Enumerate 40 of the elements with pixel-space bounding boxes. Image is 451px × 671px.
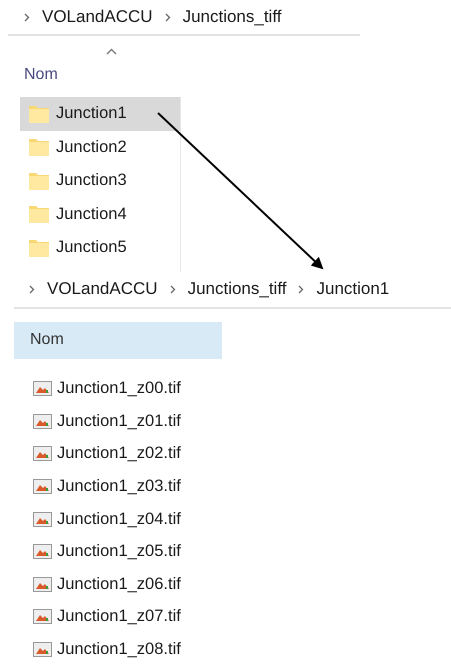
image-file-icon [33, 446, 52, 462]
file-list-item[interactable]: Junction1_z03.tif [33, 470, 451, 503]
breadcrumb-item[interactable]: Junctions_tiff [188, 279, 286, 299]
chevron-icon [170, 284, 176, 294]
file-list-item[interactable]: Junction3 [20, 164, 180, 198]
image-file-icon [33, 642, 52, 658]
file-list-item[interactable]: Junction4 [20, 198, 180, 231]
file-list-item[interactable]: Junction1_z02.tif [33, 438, 451, 470]
file-list-item[interactable]: Junction1_z04.tif [33, 502, 451, 536]
image-file-icon [33, 512, 52, 527]
image-file-icon [33, 544, 52, 560]
file-list-item[interactable]: Junction1_z05.tif [33, 535, 451, 568]
breadcrumb-item[interactable]: Junction1 [316, 279, 390, 299]
folder-icon [28, 104, 50, 124]
file-list-item[interactable]: Junction1_z08.tif [33, 633, 451, 666]
file-list-item[interactable]: Junction1 [20, 97, 180, 130]
file-list-item[interactable]: Junction5 [20, 231, 180, 264]
image-file-icon [33, 576, 52, 592]
breadcrumb-item[interactable]: VOLandACCU [42, 7, 153, 27]
file-list-item[interactable]: Junction1_z06.tif [33, 568, 451, 601]
file-list-item[interactable]: Junction2 [20, 130, 180, 164]
image-file-icon [33, 479, 52, 494]
chevron-icon [298, 284, 304, 294]
breadcrumb-item[interactable]: VOLandACCU [47, 279, 158, 299]
image-file-icon [33, 609, 52, 624]
image-file-icon [33, 381, 52, 396]
image-file-icon [33, 414, 52, 429]
file-list-item[interactable]: Junction1_z00.tif [33, 372, 451, 406]
breadcrumb-item[interactable]: Junctions_tiff [182, 7, 282, 27]
column-header[interactable]: Nom [14, 322, 222, 358]
chevron-icon [24, 12, 30, 22]
file-list-item[interactable]: Junction1_z07.tif [33, 600, 451, 634]
chevron-icon [164, 12, 171, 22]
file-list-item[interactable]: Junction1_z01.tif [33, 405, 451, 438]
folder-icon [28, 170, 50, 191]
folder-icon [28, 137, 50, 158]
column-header[interactable]: Nom [24, 66, 58, 84]
chevron-icon [29, 284, 35, 294]
folder-icon [28, 238, 50, 258]
folder-icon [28, 204, 50, 224]
